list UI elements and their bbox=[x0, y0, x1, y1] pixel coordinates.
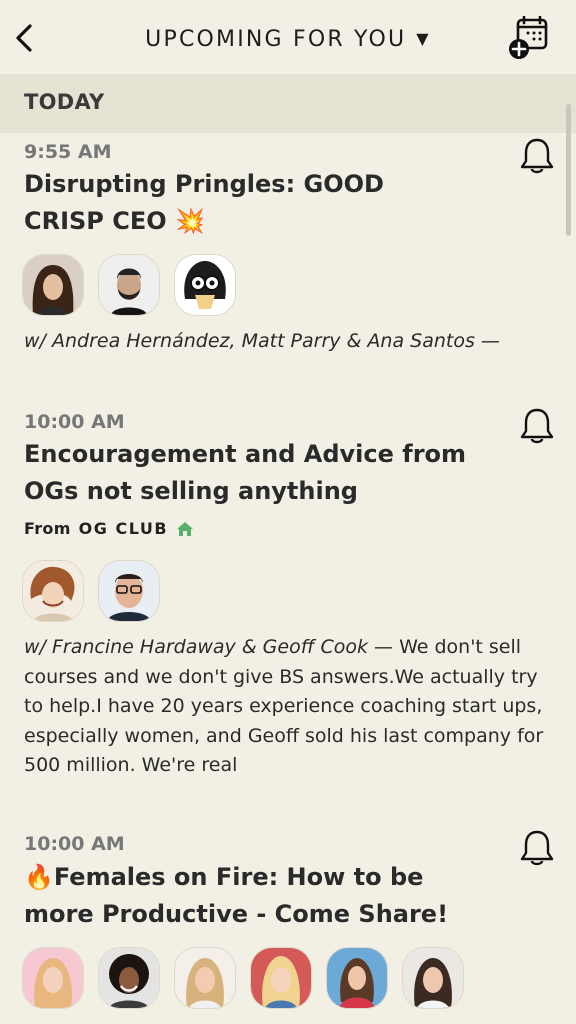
event-title: 🔥Females on Fire: How to be more Product… bbox=[24, 863, 449, 928]
bell-icon[interactable] bbox=[518, 828, 556, 868]
add-event-calendar-icon[interactable] bbox=[506, 16, 552, 62]
avatar[interactable] bbox=[98, 254, 160, 316]
avatar[interactable] bbox=[22, 560, 84, 622]
event-time: 10:00 AM bbox=[24, 411, 125, 433]
avatar[interactable] bbox=[250, 947, 312, 1009]
avatar[interactable] bbox=[402, 947, 464, 1009]
event-title: Disrupting Pringles: GOOD CRISP CEO 💥 bbox=[24, 170, 384, 235]
event-time: 9:55 AM bbox=[24, 141, 112, 163]
page-title-dropdown[interactable]: UPCOMING FOR YOU ▼ bbox=[145, 27, 431, 52]
event-time: 10:00 AM bbox=[24, 833, 125, 855]
section-label: TODAY bbox=[24, 90, 105, 114]
top-bar: UPCOMING FOR YOU ▼ bbox=[0, 0, 576, 74]
avatar[interactable] bbox=[22, 947, 84, 1009]
event-description: w/ Francine Hardaway & Geoff Cook — We d… bbox=[24, 633, 554, 781]
host-avatars bbox=[22, 560, 160, 622]
event-card[interactable]: 10:00 AM 🔥Females on Fire: How to be mor… bbox=[0, 828, 576, 1024]
event-speakers: w/ Andrea Hernández, Matt Parry & Ana Sa… bbox=[24, 330, 475, 352]
dropdown-caret-icon: ▼ bbox=[416, 29, 431, 48]
event-speakers: w/ Francine Hardaway & Geoff Cook bbox=[24, 636, 368, 658]
club-prefix: From bbox=[24, 519, 71, 538]
avatar[interactable] bbox=[98, 560, 160, 622]
avatar[interactable] bbox=[174, 947, 236, 1009]
club-name: OG CLUB bbox=[78, 519, 169, 538]
event-description: w/ Andrea Hernández, Matt Parry & Ana Sa… bbox=[24, 327, 554, 357]
host-avatars bbox=[22, 254, 236, 316]
bell-icon[interactable] bbox=[518, 136, 556, 176]
host-avatars bbox=[22, 947, 464, 1009]
avatar[interactable] bbox=[98, 947, 160, 1009]
event-card[interactable]: 9:55 AM Disrupting Pringles: GOOD CRISP … bbox=[0, 136, 576, 366]
avatar[interactable] bbox=[174, 254, 236, 316]
back-arrow-icon[interactable] bbox=[10, 20, 40, 56]
bell-icon[interactable] bbox=[518, 406, 556, 446]
event-description-text: — bbox=[474, 330, 500, 352]
avatar[interactable] bbox=[22, 254, 84, 316]
club-label[interactable]: From OG CLUB bbox=[24, 519, 194, 538]
section-header-today: TODAY bbox=[0, 74, 576, 133]
house-icon bbox=[177, 521, 194, 536]
avatar[interactable] bbox=[326, 947, 388, 1009]
event-card[interactable]: 10:00 AM Encouragement and Advice from O… bbox=[0, 406, 576, 786]
event-title: Encouragement and Advice from OGs not se… bbox=[24, 440, 467, 505]
page-title: UPCOMING FOR YOU bbox=[145, 26, 407, 52]
